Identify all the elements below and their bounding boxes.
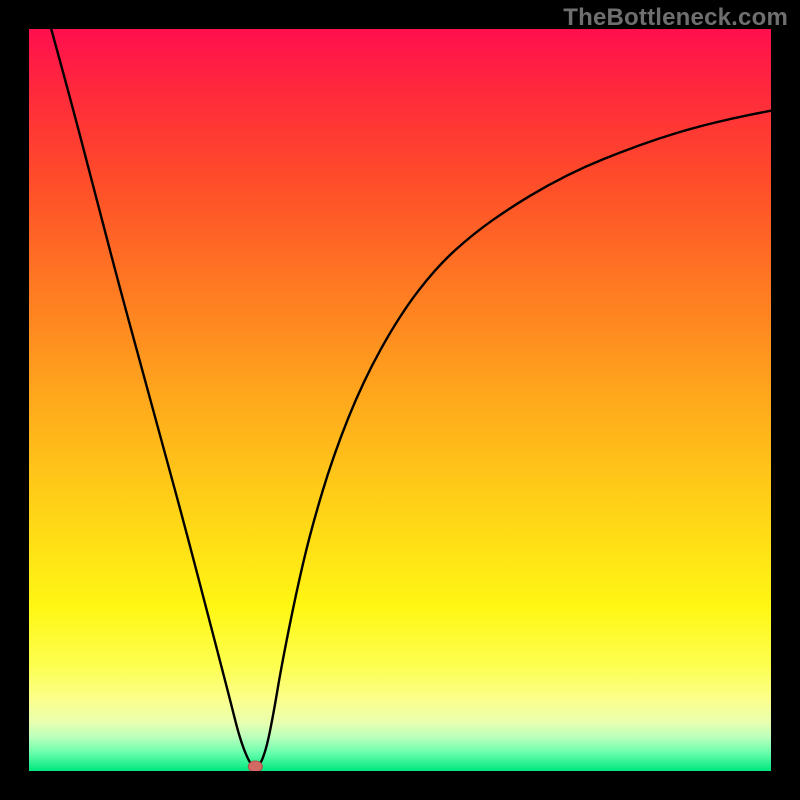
- attribution-watermark: TheBottleneck.com: [563, 4, 788, 32]
- plot-svg: [29, 29, 771, 771]
- plot-area: [29, 29, 771, 771]
- gradient-background: [29, 29, 771, 771]
- optimal-point-dot: [248, 761, 262, 771]
- chart-frame: TheBottleneck.com: [0, 0, 800, 800]
